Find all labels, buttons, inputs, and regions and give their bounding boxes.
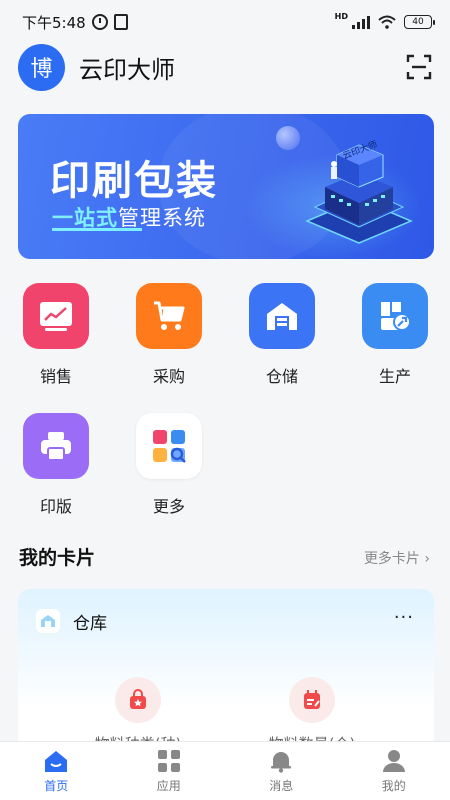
nav-label: 首页 <box>44 778 69 793</box>
banner-subtitle-rest: 管理系统 <box>118 206 206 230</box>
app-label: 仓储 <box>265 367 298 386</box>
sales-chart-icon <box>40 302 72 331</box>
app-label: 生产 <box>378 367 411 386</box>
app-warehouse[interactable]: 仓储 <box>242 283 322 387</box>
app-purchase[interactable]: 采购 <box>129 283 209 387</box>
plate-tile <box>23 413 89 479</box>
warehouse-small-icon <box>36 609 60 633</box>
more-tile <box>136 413 202 479</box>
nfc-icon <box>113 14 128 30</box>
bell-icon <box>271 751 292 773</box>
banner-subtitle-highlight: 一站式 <box>52 206 118 230</box>
app-label: 更多 <box>152 497 185 516</box>
nav-messages[interactable]: 消息 <box>225 742 338 800</box>
shopping-cart-icon <box>154 301 185 330</box>
calendar-note-icon <box>289 677 335 723</box>
app-sales[interactable]: 销售 <box>16 283 96 387</box>
user-icon <box>382 749 405 772</box>
nav-home[interactable]: 首页 <box>0 742 113 800</box>
cards-section-title: 我的卡片 <box>19 547 96 569</box>
scan-icon[interactable] <box>406 54 432 80</box>
more-cards-link[interactable]: 更多卡片 › <box>364 548 430 568</box>
battery-icon: 40 <box>404 15 435 29</box>
purchase-tile <box>136 283 202 349</box>
wifi-icon <box>378 15 396 29</box>
nav-me[interactable]: 我的 <box>338 742 450 800</box>
banner-title: 印刷包装 <box>50 158 218 204</box>
app-label: 印版 <box>39 497 72 516</box>
home-icon <box>45 750 68 772</box>
home-screen: 下午5:48 HD 40 博 云印大师 印刷包装 一站式管理系统 云印大师 销售… <box>0 0 450 800</box>
battery-level: 40 <box>412 17 424 27</box>
promo-banner[interactable]: 印刷包装 一站式管理系统 云印大师 <box>18 114 434 259</box>
banner-underline <box>52 228 142 231</box>
printer-icon <box>41 432 71 461</box>
card-menu-button[interactable]: ··· <box>394 607 414 628</box>
bag-icon <box>115 677 161 723</box>
avatar[interactable]: 博 <box>18 43 65 91</box>
signal-icon <box>352 15 370 29</box>
nav-label: 应用 <box>156 778 181 793</box>
app-label: 采购 <box>152 367 185 386</box>
warehouse-tile <box>249 283 315 349</box>
card-title: 仓库 <box>73 614 107 634</box>
alarm-icon <box>91 14 108 30</box>
status-time: 下午5:48 <box>22 13 86 32</box>
nav-label: 我的 <box>381 778 406 793</box>
production-icon <box>381 302 411 331</box>
app-header: 博 云印大师 <box>18 43 432 91</box>
server-illustration: 云印大师 <box>305 138 413 244</box>
apps-grid-icon <box>157 749 180 772</box>
app-more[interactable]: 更多 <box>129 413 209 517</box>
app-title: 云印大师 <box>79 55 175 84</box>
status-bar: 下午5:48 HD 40 <box>0 0 450 44</box>
production-tile <box>362 283 428 349</box>
bottom-nav: 首页 应用 消息 我的 <box>0 741 450 800</box>
app-plate[interactable]: 印版 <box>16 413 96 517</box>
warehouse-icon <box>267 303 297 330</box>
nav-apps[interactable]: 应用 <box>113 742 226 800</box>
sales-tile <box>23 283 89 349</box>
more-apps-icon <box>153 430 186 463</box>
nav-label: 消息 <box>269 778 294 793</box>
app-label: 销售 <box>39 367 72 386</box>
app-production[interactable]: 生产 <box>355 283 435 387</box>
network-badge: HD <box>334 11 348 21</box>
banner-orb <box>276 126 300 150</box>
avatar-text: 博 <box>30 57 53 82</box>
